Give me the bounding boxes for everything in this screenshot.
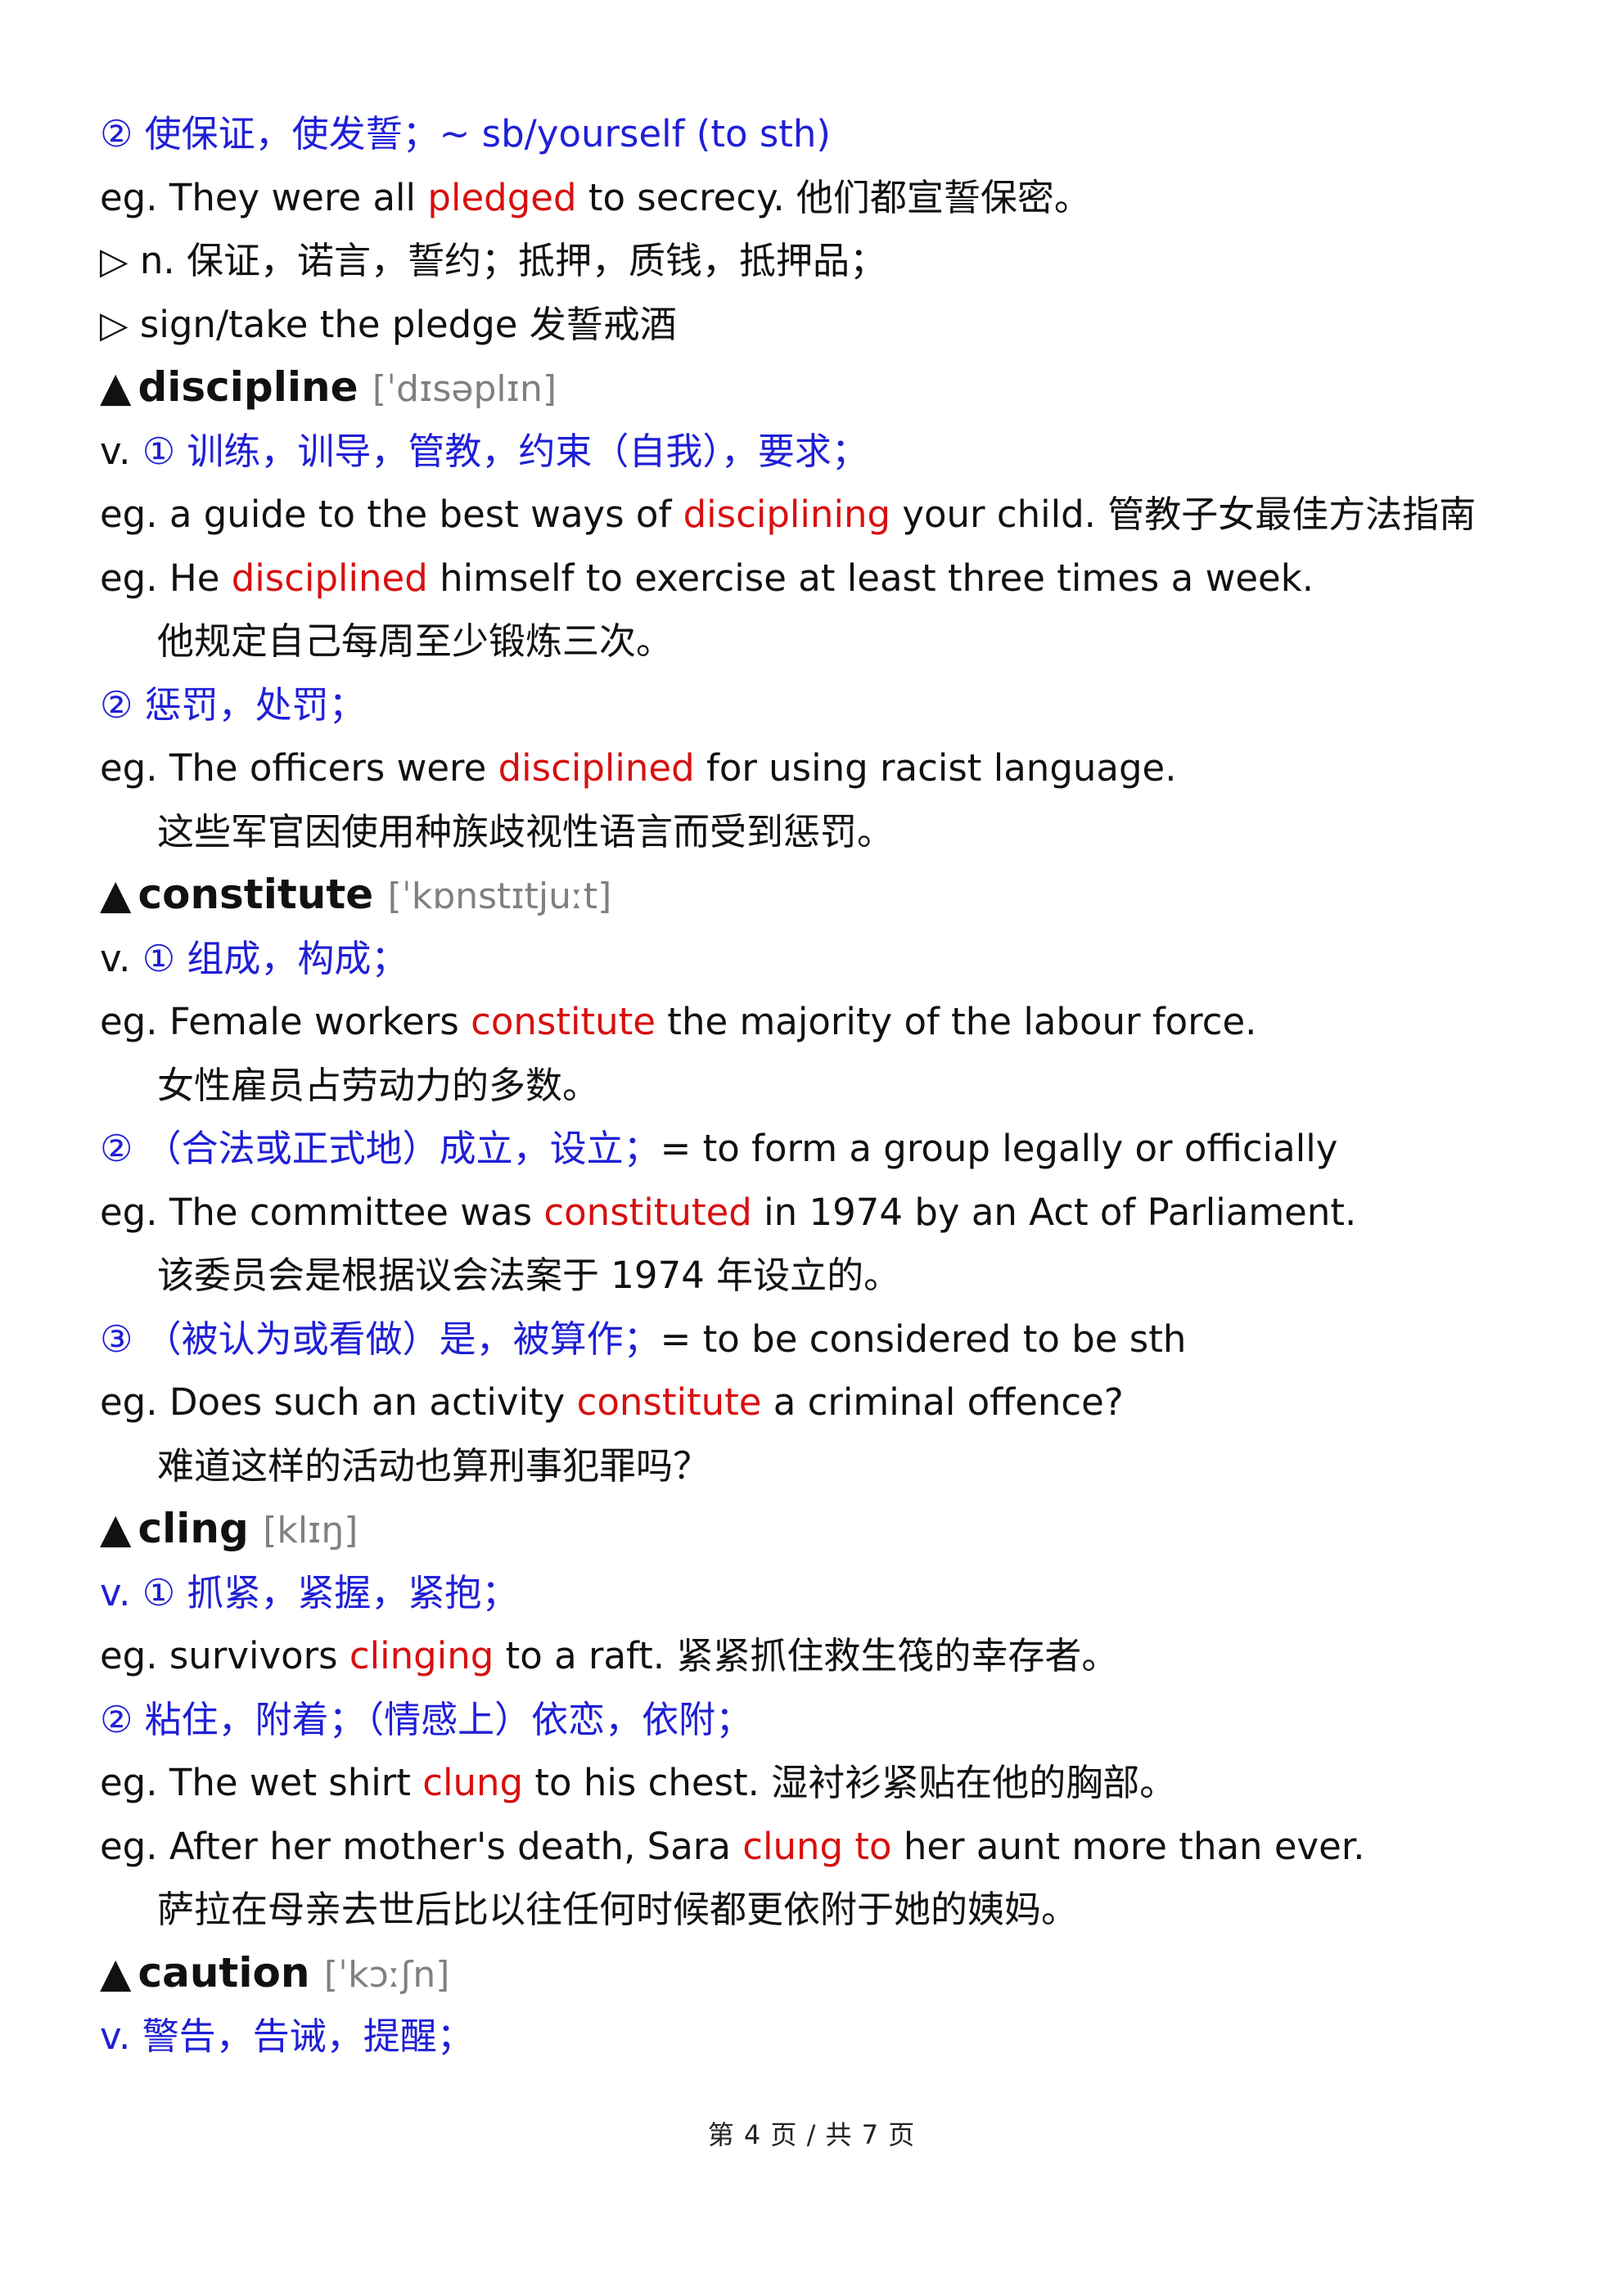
example-line: eg. Female workers constitute the majori… [100, 1000, 1257, 1043]
translation-line: 这些军官因使用种族歧视性语言而受到惩罚。 [157, 809, 895, 853]
page-footer: 第 4 页 / 共 7 页 [707, 2119, 916, 2150]
highlight-word: constituted [543, 1190, 752, 1234]
sense-line: v. ① 训练，训导，管教，约束（自我），要求； [100, 429, 868, 473]
example-line: eg. Does such an activity constitute a c… [100, 1380, 1124, 1424]
example-line: eg. He disciplined himself to exercise a… [100, 556, 1314, 600]
example-line: eg. The wet shirt clung to his chest. 湿衬… [100, 1761, 1177, 1804]
example-line: eg. a guide to the best ways of discipli… [100, 493, 1476, 536]
highlight-word: pledged [427, 175, 577, 219]
highlight-word: clinging [349, 1634, 494, 1677]
triangle-icon: ▲ [100, 1505, 132, 1552]
headword: cling [138, 1505, 249, 1552]
example-line: eg. They were all pledged to secrecy. 他们… [100, 175, 1091, 219]
example-line: eg. The officers were disciplined for us… [100, 746, 1177, 790]
sense-line: v. 警告，告诫，提醒； [100, 2015, 474, 2058]
highlight-word: disciplined [231, 556, 428, 600]
sense-line: ② 使保证，使发誓；~ sb/yourself (to sth) [100, 112, 831, 155]
phonetic: [ˈdɪsəplɪn] [372, 368, 557, 410]
headword-line: ▲ cling [klɪŋ] [100, 1497, 1540, 1561]
highlight-word: constitute [576, 1380, 762, 1424]
phrase-line: ▷ sign/take the pledge 发誓戒酒 [100, 302, 677, 346]
headword: constitute [138, 871, 374, 918]
highlight-word: clung to [742, 1824, 892, 1868]
highlight-word: constitute [471, 1000, 656, 1043]
sense-line: ② 惩罚，处罚； [100, 682, 366, 727]
triangle-icon: ▲ [100, 871, 132, 918]
translation-line: 萨拉在母亲去世后比以往任何时候都更依附于她的姨妈。 [157, 1888, 1079, 1931]
highlight-word: clung [422, 1761, 524, 1804]
translation-line: 他规定自己每周至少锻炼三次。 [157, 619, 674, 663]
headword: discipline [138, 363, 358, 411]
headword-line: ▲ discipline [ˈdɪsəplɪn] [100, 356, 1540, 420]
translation-line: 该委员会是根据议会法案于 1974 年设立的。 [157, 1254, 901, 1297]
document-body: ② 使保证，使发誓；~ sb/yourself (to sth) eg. The… [100, 102, 1540, 2069]
sense-line: ② （合法或正式地）成立，设立；= to form a group legall… [100, 1127, 1338, 1170]
sense-line: v. ① 抓紧，紧握，紧抱； [100, 1570, 519, 1614]
phonetic: [ˈkɒnstɪtjuːt] [387, 876, 612, 917]
sense-line: v. ① 组成，构成； [100, 936, 408, 980]
translation-line: 难道这样的活动也算刑事犯罪吗？ [157, 1443, 710, 1488]
sense-line: ② 粘住，附着；（情感上）依恋，依附； [100, 1697, 753, 1741]
highlight-word: disciplined [498, 746, 695, 790]
triangle-icon: ▲ [100, 1948, 132, 1997]
part-of-speech: v. [100, 429, 142, 473]
triangle-icon: ▲ [100, 363, 132, 411]
example-line: eg. survivors clinging to a raft. 紧紧抓住救生… [100, 1634, 1119, 1677]
phonetic: [ˈkɔːʃn] [323, 1953, 450, 1996]
noun-sense-line: ▷ n. 保证，诺言，誓约；抵押，质钱，抵押品； [100, 239, 887, 282]
headword: caution [138, 1948, 310, 1997]
headword-line: ▲ constitute [ˈkɒnstɪtjuːt] [100, 863, 1540, 927]
phonetic: [klɪŋ] [263, 1510, 358, 1551]
example-line: eg. The committee was constituted in 197… [100, 1190, 1357, 1234]
sense-line: ③ （被认为或看做）是，被算作；= to be considered to be… [100, 1317, 1187, 1361]
part-of-speech: v. [100, 936, 142, 980]
example-line: eg. After her mother's death, Sara clung… [100, 1824, 1365, 1868]
highlight-word: disciplining [683, 493, 891, 536]
translation-line: 女性雇员占劳动力的多数。 [157, 1063, 600, 1107]
headword-line: ▲ caution [ˈkɔːʃn] [100, 1942, 1540, 2006]
